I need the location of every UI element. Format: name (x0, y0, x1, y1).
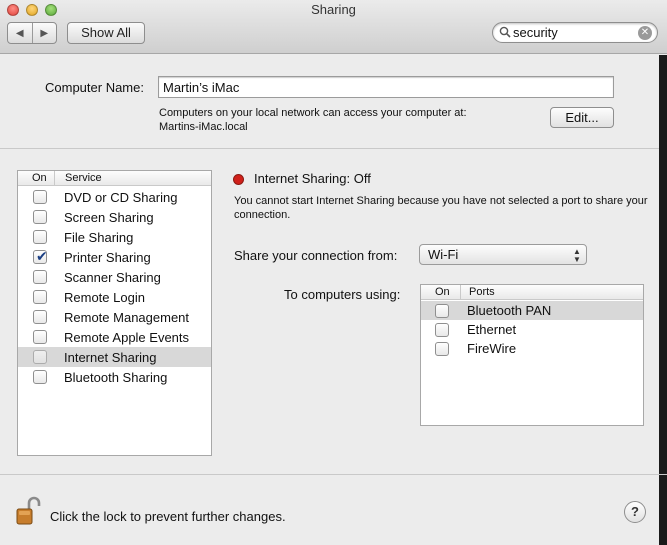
sharing-window: Sharing ◀ ▶ Show All ✕ Computer Name: Co… (0, 0, 667, 545)
local-address-note: Computers on your local network can acce… (159, 106, 467, 134)
ports-list: On Ports Bluetooth PAN Ethernet FireWire (420, 284, 644, 426)
port-checkbox[interactable] (435, 303, 449, 318)
port-row[interactable]: FireWire (421, 339, 643, 358)
service-checkbox[interactable]: ✔ (33, 248, 48, 264)
to-computers-label: To computers using: (284, 287, 401, 302)
service-checkbox[interactable] (33, 230, 47, 244)
help-button[interactable]: ? (624, 501, 646, 523)
share-from-label: Share your connection from: (234, 248, 398, 263)
port-name: Ethernet (467, 322, 517, 337)
service-checkbox[interactable] (33, 350, 47, 364)
port-name: FireWire (467, 341, 517, 356)
service-name: Printer Sharing (64, 249, 151, 265)
popup-arrows-icon: ▲ ▼ (573, 247, 581, 264)
back-forward-control: ◀ ▶ (7, 22, 57, 44)
service-description: You cannot start Internet Sharing becaus… (234, 195, 648, 221)
forward-arrow-icon: ▶ (40, 27, 49, 39)
search-input[interactable] (513, 24, 633, 41)
port-checkbox[interactable] (435, 341, 449, 356)
service-checkbox[interactable] (33, 370, 47, 384)
local-address-description: Computers on your local network can acce… (159, 107, 467, 119)
service-name: Screen Sharing (64, 209, 154, 225)
service-list-header: On Service (18, 171, 211, 186)
service-row[interactable]: Screen Sharing (18, 207, 211, 227)
column-header-port-on[interactable]: On (421, 285, 461, 299)
checkmark-icon: ✔ (36, 248, 48, 264)
service-row[interactable]: File Sharing (18, 227, 211, 247)
window-edge (659, 55, 667, 545)
share-from-value: Wi-Fi (428, 247, 459, 262)
port-name: Bluetooth PAN (467, 303, 552, 318)
service-status: Internet Sharing: Off (254, 171, 371, 186)
service-name: DVD or CD Sharing (64, 189, 178, 205)
service-row[interactable]: Remote Login (18, 287, 211, 307)
port-row[interactable]: Ethernet (421, 320, 643, 339)
service-checkbox[interactable] (33, 190, 47, 204)
service-row[interactable]: Remote Management (18, 307, 211, 327)
service-row[interactable]: Bluetooth Sharing (18, 367, 211, 387)
service-row[interactable]: DVD or CD Sharing (18, 187, 211, 207)
service-checkbox[interactable] (33, 310, 47, 324)
local-hostname: Martins-iMac.local (159, 121, 248, 133)
ports-list-header: On Ports (421, 285, 643, 300)
lock-message: Click the lock to prevent further change… (50, 509, 286, 524)
service-name: Internet Sharing (64, 349, 157, 365)
service-name: Bluetooth Sharing (64, 369, 168, 385)
service-checkbox[interactable] (33, 270, 47, 284)
service-name: Remote Management (64, 309, 190, 325)
forward-button[interactable]: ▶ (33, 23, 57, 43)
service-row[interactable]: Internet Sharing (18, 347, 211, 367)
edit-hostname-button[interactable]: Edit... (550, 107, 614, 128)
column-header-ports[interactable]: Ports (461, 285, 495, 299)
service-row[interactable]: Scanner Sharing (18, 267, 211, 287)
service-checkbox[interactable] (33, 290, 47, 304)
service-checkbox[interactable] (33, 210, 47, 224)
column-header-on[interactable]: On (18, 171, 55, 185)
port-checkbox[interactable] (435, 322, 449, 337)
clear-search-icon[interactable]: ✕ (638, 26, 652, 40)
computer-name-label: Computer Name: (45, 80, 144, 95)
unlocked-padlock-icon[interactable] (16, 496, 42, 526)
service-list: On Service DVD or CD Sharing Screen Shari… (17, 170, 212, 456)
computer-name-section: Computer Name: Computers on your local n… (0, 55, 667, 149)
bottom-bar: Click the lock to prevent further change… (0, 474, 667, 545)
port-row[interactable]: Bluetooth PAN (421, 301, 643, 320)
service-name: Remote Apple Events (64, 329, 190, 345)
search-icon (499, 26, 511, 38)
service-row[interactable]: ✔ Printer Sharing (18, 247, 211, 267)
window-title: Sharing (311, 2, 356, 17)
show-all-button[interactable]: Show All (67, 22, 145, 44)
status-indicator-icon (233, 174, 244, 185)
title-bar: Sharing ◀ ▶ Show All ✕ (0, 0, 667, 54)
column-header-service[interactable]: Service (55, 171, 102, 185)
share-from-popup[interactable]: Wi-Fi ▲ ▼ (419, 244, 587, 265)
service-name: Scanner Sharing (64, 269, 161, 285)
back-button[interactable]: ◀ (8, 23, 33, 43)
back-arrow-icon: ◀ (15, 27, 24, 39)
search-field[interactable]: ✕ (492, 22, 658, 43)
computer-name-field[interactable] (158, 76, 614, 98)
service-row[interactable]: Remote Apple Events (18, 327, 211, 347)
service-name: Remote Login (64, 289, 145, 305)
service-name: File Sharing (64, 229, 134, 245)
service-checkbox[interactable] (33, 330, 47, 344)
